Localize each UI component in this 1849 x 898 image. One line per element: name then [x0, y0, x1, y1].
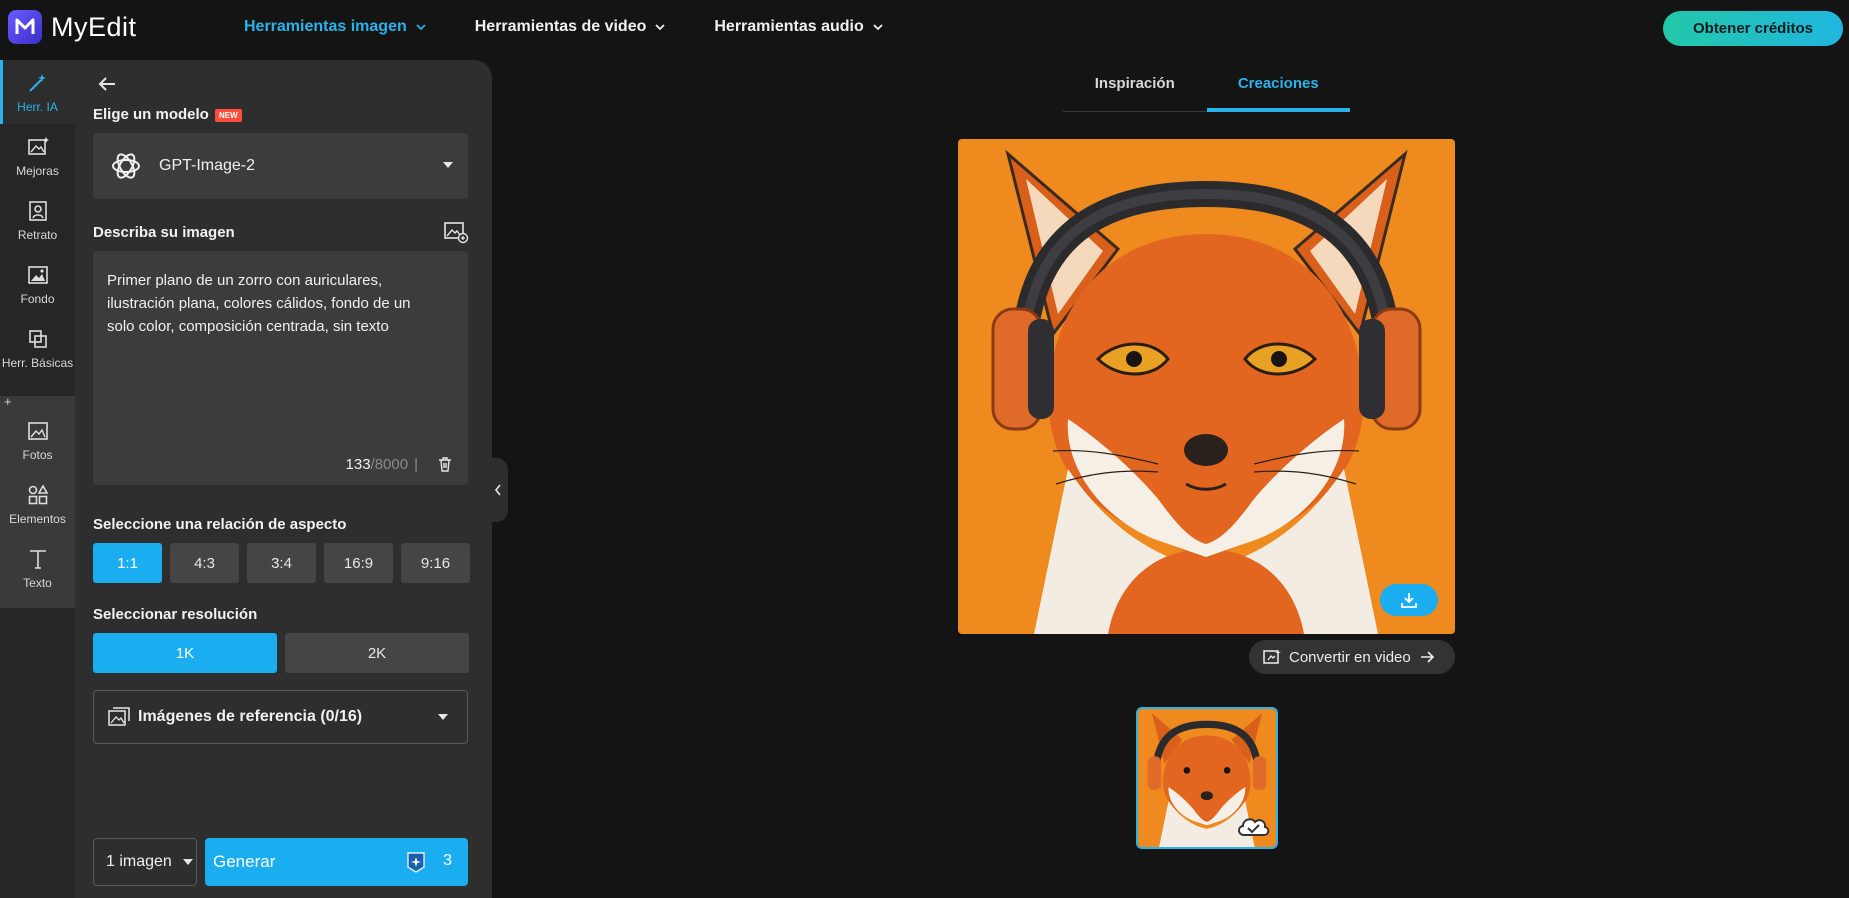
prompt-section-label: Describa su imagen	[93, 224, 235, 241]
cloud-saved-icon	[1238, 818, 1270, 836]
portrait-icon	[28, 200, 47, 221]
nav-image-tools-label: Herramientas imagen	[244, 18, 407, 35]
text-icon	[29, 549, 46, 569]
reference-images-dropdown[interactable]: Imágenes de referencia (0/16)	[93, 690, 468, 744]
chevron-down-icon	[416, 24, 426, 31]
result-tabs: Inspiración Creaciones	[1063, 66, 1350, 112]
magic-wand-icon	[28, 73, 46, 92]
resolution-section-label: Seleccionar resolución	[93, 606, 258, 623]
caret-down-icon	[443, 162, 453, 168]
model-name: GPT-Image-2	[159, 157, 256, 174]
aspect-16-9-button[interactable]: 16:9	[324, 543, 393, 583]
rail-item-label: Mejoras	[16, 163, 59, 178]
caret-down-icon	[438, 714, 448, 720]
nav-image-tools[interactable]: Herramientas imagen	[244, 18, 427, 36]
generate-credit-count: 3	[443, 852, 452, 869]
video-convert-icon	[1263, 650, 1281, 664]
image-to-prompt-icon[interactable]	[443, 220, 469, 244]
collapse-panel-handle[interactable]	[488, 458, 508, 522]
app-name: MyEdit	[51, 11, 137, 42]
chevron-left-icon	[494, 484, 501, 496]
model-section-label: Elige un modelo	[93, 106, 209, 123]
nav-video-tools[interactable]: Herramientas de video	[475, 18, 667, 36]
fox-illustration	[958, 139, 1455, 634]
resolution-2k-button[interactable]: 2K	[285, 633, 469, 673]
rail-item-photos[interactable]: Fotos	[0, 408, 75, 472]
tool-panel: Elige un modelo NEW GPT-Image-2 Describa…	[75, 60, 508, 898]
get-credits-button[interactable]: Obtener créditos	[1663, 11, 1843, 46]
rail-plus-label: +	[4, 394, 12, 409]
generate-button[interactable]: Generar 3	[205, 838, 468, 886]
char-count: 133	[345, 456, 371, 473]
rail-item-label: Texto	[23, 575, 52, 590]
aspect-1-1-button[interactable]: 1:1	[93, 543, 162, 583]
rail-item-elements[interactable]: Elementos	[0, 472, 75, 536]
rail-item-basic-tools[interactable]: Herr. Básicas	[0, 316, 75, 380]
top-bar: MyEdit Herramientas imagen Herramientas …	[0, 0, 1849, 60]
rail-item-background[interactable]: Fondo	[0, 252, 75, 316]
image-count-select[interactable]: 1 imagen	[93, 838, 197, 886]
rail-item-label: Retrato	[17, 227, 58, 242]
app-logo[interactable]: MyEdit	[8, 10, 137, 44]
reference-images-icon	[108, 707, 130, 726]
image-enhance-icon	[27, 136, 49, 155]
top-nav: Herramientas imagen Herramientas de vide…	[244, 18, 884, 36]
prompt-text: Primer plano de un zorro con auriculares…	[107, 272, 411, 335]
background-icon	[27, 265, 48, 284]
chevron-down-icon	[655, 24, 665, 31]
download-button[interactable]	[1380, 584, 1438, 616]
resolution-1k-button[interactable]: 1K	[93, 633, 277, 673]
new-badge: NEW	[215, 109, 242, 122]
rail-item-enhance[interactable]: Mejoras	[0, 124, 75, 188]
convert-to-video-button[interactable]: Convertir en video	[1249, 640, 1455, 674]
crop-icon	[28, 329, 47, 348]
tab-creations[interactable]: Creaciones	[1206, 66, 1351, 112]
myedit-logo-icon	[8, 10, 42, 44]
rail-item-label: Herr. Básicas	[1, 355, 74, 370]
aspect-3-4-button[interactable]: 3:4	[247, 543, 316, 583]
back-arrow-icon[interactable]	[93, 70, 121, 98]
download-icon	[1401, 593, 1417, 608]
rail-item-portrait[interactable]: Retrato	[0, 188, 75, 252]
char-counter: 133/8000 |	[346, 456, 418, 473]
left-rail: + Herr. IA Mejoras Retrato Fondo Herr. B…	[0, 60, 75, 898]
convert-to-video-label: Convertir en video	[1289, 648, 1411, 666]
openai-logo-icon	[112, 153, 140, 179]
caret-down-icon	[182, 859, 193, 865]
aspect-ratio-group: 1:1 4:3 3:4 16:9 9:16	[93, 543, 470, 583]
nav-video-tools-label: Herramientas de video	[474, 18, 647, 35]
generated-image	[958, 139, 1455, 634]
chevron-down-icon	[873, 24, 883, 31]
rail-item-label: Herr. IA	[17, 99, 58, 114]
generate-label: Generar	[213, 852, 276, 871]
rail-item-text[interactable]: Texto	[0, 536, 75, 600]
shapes-icon	[28, 483, 48, 504]
reference-images-label: Imágenes de referencia (0/16)	[138, 708, 363, 725]
tab-inspiration[interactable]: Inspiración	[1063, 66, 1207, 111]
char-max: /8000	[370, 456, 409, 473]
nav-audio-tools[interactable]: Herramientas audio	[714, 18, 883, 36]
resolution-group: 1K 2K	[93, 633, 469, 673]
rail-item-label: Fotos	[22, 447, 53, 462]
counter-separator: |	[414, 456, 418, 473]
aspect-section-label: Seleccione una relación de aspecto	[93, 516, 347, 533]
trash-icon[interactable]	[436, 455, 454, 473]
aspect-4-3-button[interactable]: 4:3	[170, 543, 239, 583]
credit-icon	[407, 852, 425, 873]
model-select[interactable]: GPT-Image-2	[93, 133, 468, 199]
image-count-value: 1 imagen	[106, 853, 172, 870]
aspect-9-16-button[interactable]: 9:16	[401, 543, 470, 583]
rail-item-ai-tools[interactable]: Herr. IA	[0, 60, 75, 124]
photo-icon	[27, 421, 48, 440]
rail-item-label: Elementos	[9, 511, 66, 526]
nav-audio-tools-label: Herramientas audio	[714, 18, 864, 35]
arrow-right-icon	[1420, 651, 1434, 663]
rail-item-label: Fondo	[20, 291, 55, 306]
prompt-textarea[interactable]: Primer plano de un zorro con auriculares…	[93, 251, 468, 485]
